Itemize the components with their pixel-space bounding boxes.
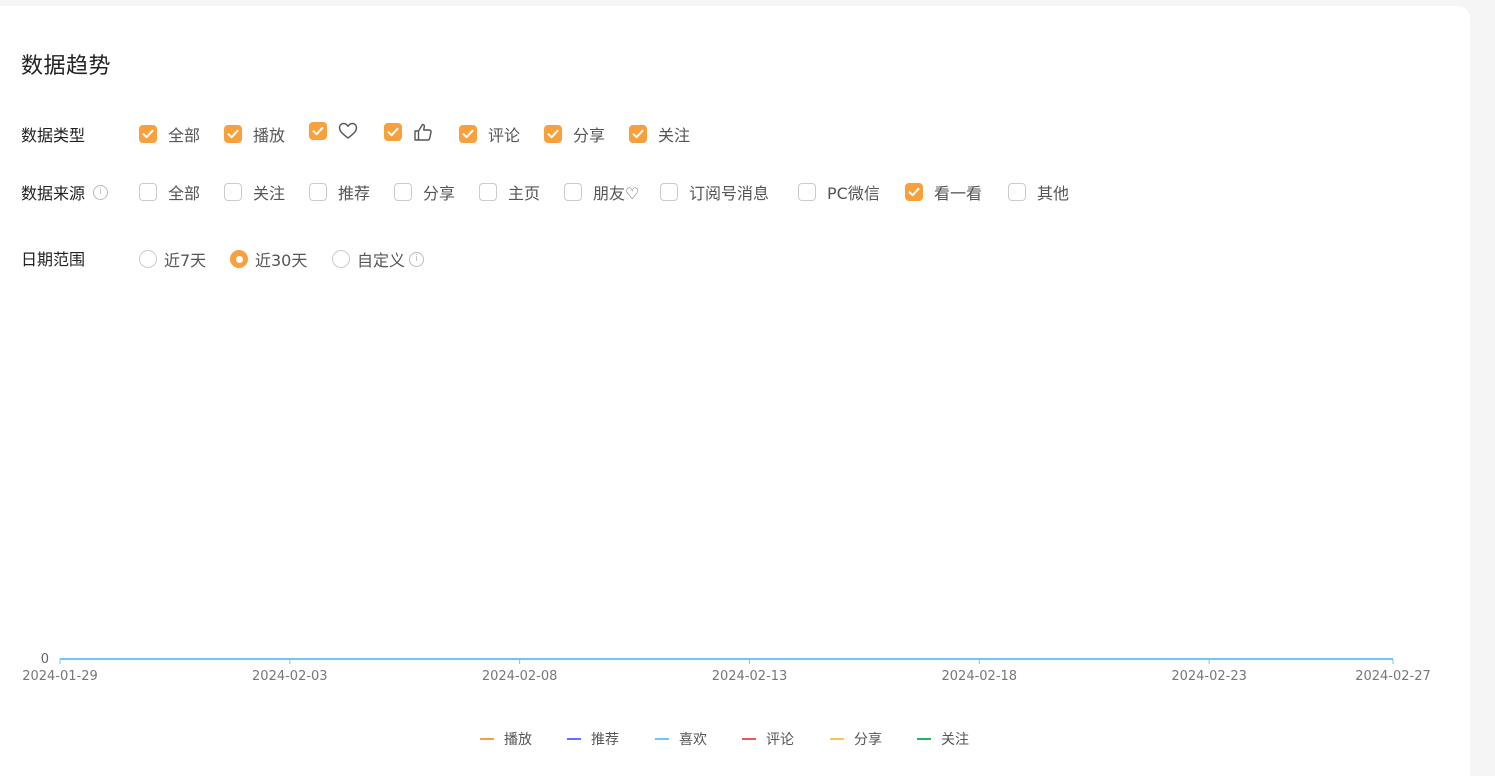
x-tick-label: 2024-02-08	[482, 669, 558, 684]
legend-label: 评论	[766, 732, 794, 748]
legend-label: 分享	[854, 732, 882, 748]
legend-item[interactable]: 评论	[742, 729, 794, 749]
legend-swatch	[480, 738, 494, 740]
legend-swatch	[830, 738, 844, 740]
y-tick-label: 0	[41, 652, 49, 667]
legend-item[interactable]: 推荐	[567, 729, 619, 749]
legend-label: 推荐	[591, 732, 619, 748]
legend-swatch	[567, 738, 581, 740]
x-tick-label: 2024-02-23	[1171, 669, 1247, 684]
legend-swatch	[655, 738, 669, 740]
legend-item[interactable]: 播放	[480, 729, 532, 749]
legend-item[interactable]: 分享	[830, 729, 882, 749]
legend-item[interactable]: 喜欢	[655, 729, 707, 749]
x-tick-label: 2024-02-03	[252, 669, 328, 684]
x-tick-label: 2024-02-27	[1355, 669, 1431, 684]
legend-swatch	[742, 738, 756, 740]
legend-label: 喜欢	[679, 732, 707, 748]
legend-label: 播放	[504, 732, 532, 748]
legend-label: 关注	[941, 732, 969, 748]
x-tick-label: 2024-01-29	[22, 669, 98, 684]
legend-swatch	[917, 738, 931, 740]
trend-chart: 0 2024-01-29 2024-02-03 2024-02-08 2024-02-1…	[22, 652, 1431, 684]
legend-item[interactable]: 关注	[917, 729, 969, 749]
x-tick-label: 2024-02-13	[712, 669, 788, 684]
x-tick-label: 2024-02-18	[942, 669, 1018, 684]
